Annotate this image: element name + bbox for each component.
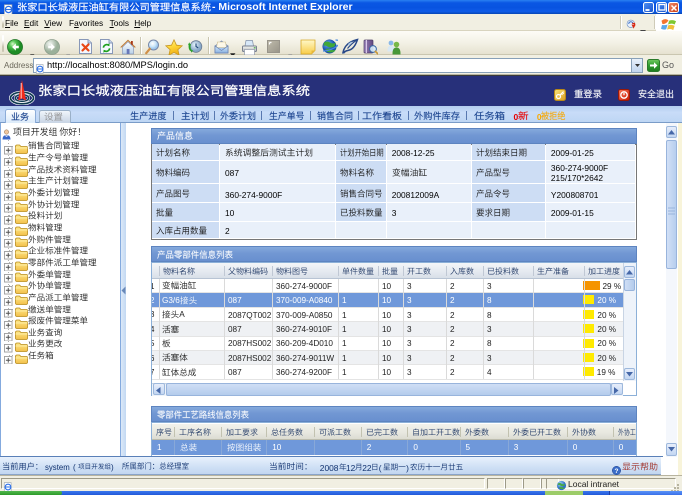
svg-text:?: ? — [615, 468, 619, 475]
